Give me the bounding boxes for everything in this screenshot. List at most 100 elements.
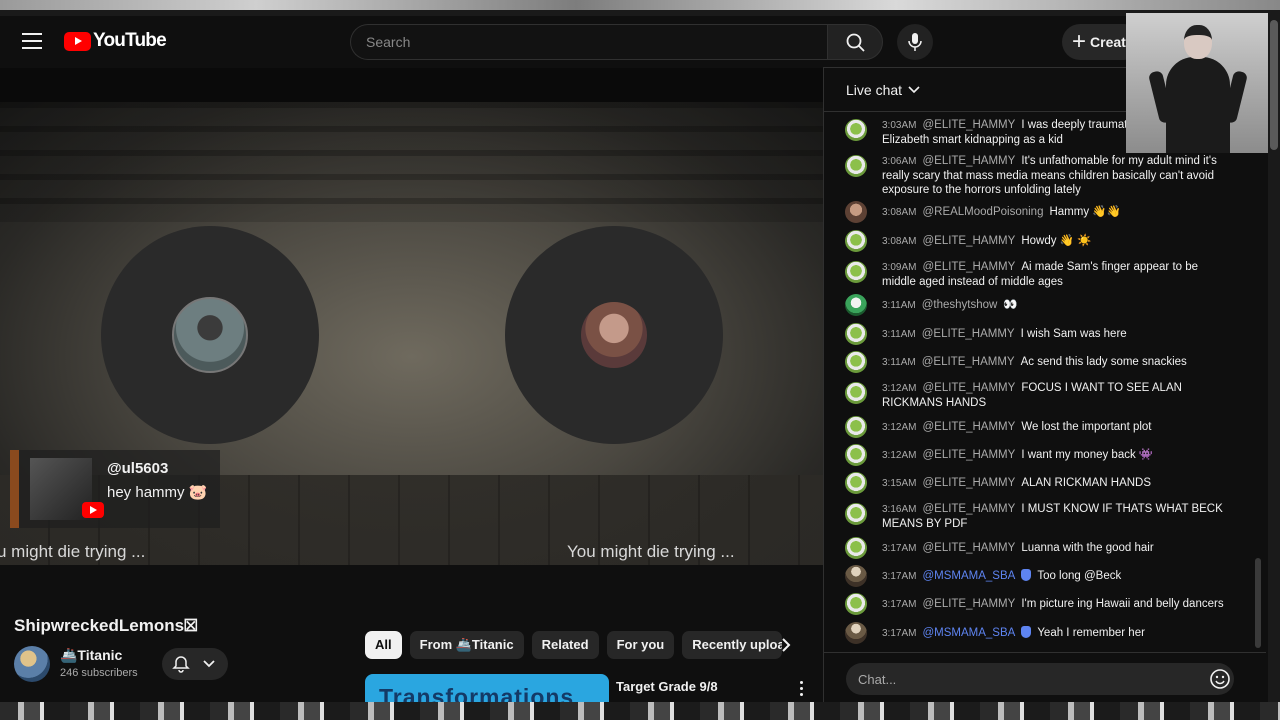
chat-scrollbar[interactable] xyxy=(1255,558,1261,648)
chat-author-avatar[interactable] xyxy=(845,230,867,252)
chat-author-avatar[interactable] xyxy=(845,201,867,223)
chat-author-name[interactable]: @ELITE_HAMMY xyxy=(922,598,1015,610)
chat-author-name[interactable]: @REALMoodPoisoning xyxy=(922,206,1043,218)
chat-message-body: 3:16AM @ELITE_HAMMY I MUST KNOW IF THATS W… xyxy=(882,502,1232,531)
chat-author-avatar[interactable] xyxy=(845,565,867,587)
thumbnail-text: Transformations xyxy=(379,684,575,704)
chat-author-avatar[interactable] xyxy=(845,155,867,177)
chat-author-avatar[interactable] xyxy=(845,472,867,494)
emoji-icon[interactable] xyxy=(1209,668,1231,690)
recommended-video-thumbnail[interactable]: Transformations xyxy=(365,674,609,704)
chat-input[interactable] xyxy=(846,663,1234,695)
youtube-logo[interactable]: YouTube xyxy=(64,30,167,52)
chat-author-avatar[interactable] xyxy=(845,444,867,466)
chat-message-body: 3:08AM @ELITE_HAMMY Howdy 👋 ☀️ xyxy=(882,234,1232,249)
chat-message-text: Luanna with the good hair xyxy=(1021,542,1154,554)
chat-message-body: 3:06AM @ELITE_HAMMY It's unfathomable for … xyxy=(882,154,1232,197)
chip-recently-uploaded[interactable]: Recently uploaded xyxy=(682,631,783,659)
chat-message-text: 👀 xyxy=(1003,299,1018,311)
chat-author-name[interactable]: @ELITE_HAMMY xyxy=(922,449,1015,461)
hamburger-menu-icon[interactable] xyxy=(22,33,42,49)
search-icon xyxy=(846,33,865,52)
video-letterbox-bottom xyxy=(0,565,823,605)
subscriber-count: 246 subscribers xyxy=(60,667,138,679)
chat-input-area xyxy=(824,652,1266,704)
chat-message-body: 3:09AM @ELITE_HAMMY Ai made Sam's finger a… xyxy=(882,260,1232,289)
channel-name[interactable]: 🚢Titanic xyxy=(60,647,122,664)
youtube-badge-icon xyxy=(82,502,104,518)
chat-timestamp: 3:17AM xyxy=(882,599,917,610)
chat-author-name[interactable]: @ELITE_HAMMY xyxy=(922,421,1015,433)
comment-avatar xyxy=(30,458,104,520)
chat-message-text: Hammy 👋👋 xyxy=(1049,206,1121,218)
moderator-shield-icon xyxy=(1021,626,1032,638)
chat-timestamp: 3:17AM xyxy=(882,571,917,582)
chat-message-body: 3:17AM @ELITE_HAMMY Luanna with the good h… xyxy=(882,541,1232,556)
chat-author-name[interactable]: @ELITE_HAMMY xyxy=(922,328,1015,340)
chat-author-name[interactable]: @ELITE_HAMMY xyxy=(922,503,1015,515)
chat-author-name[interactable]: @ELITE_HAMMY xyxy=(922,477,1015,489)
masthead: YouTube + Create xyxy=(0,16,1280,68)
chat-author-name[interactable]: @MSMAMA_SBA xyxy=(922,570,1015,582)
chat-timestamp: 3:17AM xyxy=(882,543,917,554)
chat-timestamp: 3:12AM xyxy=(882,383,917,394)
chat-message-body: 3:08AM @REALMoodPoisoning Hammy 👋👋 xyxy=(882,205,1232,220)
chat-timestamp: 3:03AM xyxy=(882,120,917,131)
chat-message-body: 3:11AM @theshytshow 👀 xyxy=(882,298,1232,313)
ticker-text-left: u might die trying ... xyxy=(0,542,146,561)
chat-timestamp: 3:12AM xyxy=(882,422,917,433)
chat-timestamp: 3:08AM xyxy=(882,207,917,218)
microphone-icon xyxy=(908,33,922,51)
chat-author-name[interactable]: @theshytshow xyxy=(922,299,998,311)
chat-message-text: Howdy 👋 ☀️ xyxy=(1021,235,1092,247)
chat-author-name[interactable]: @ELITE_HAMMY xyxy=(922,382,1015,394)
chat-author-avatar[interactable] xyxy=(845,261,867,283)
chip-for-you[interactable]: For you xyxy=(606,631,675,659)
chat-timestamp: 3:16AM xyxy=(882,504,917,515)
chat-message-list[interactable]: 3:03AM @ELITE_HAMMY I was deeply traumatiz… xyxy=(824,114,1254,650)
webcam-overlay xyxy=(1126,13,1268,153)
video-player[interactable]: @ul5603 hey hammy 🐷 u might die trying .… xyxy=(0,102,823,565)
search-input[interactable] xyxy=(351,25,828,59)
chevron-right-icon[interactable] xyxy=(778,637,794,653)
chat-author-avatar[interactable] xyxy=(845,503,867,525)
chat-timestamp: 3:09AM xyxy=(882,262,917,273)
chat-author-avatar[interactable] xyxy=(845,323,867,345)
chat-author-name[interactable]: @ELITE_HAMMY xyxy=(922,235,1015,247)
chat-author-avatar[interactable] xyxy=(845,537,867,559)
chat-author-name[interactable]: @ELITE_HAMMY xyxy=(922,356,1015,368)
chip-all[interactable]: All xyxy=(365,631,402,659)
chevron-down-icon[interactable] xyxy=(907,83,921,97)
chat-author-avatar[interactable] xyxy=(845,294,867,316)
comment-message: hey hammy 🐷 xyxy=(107,484,208,501)
page-scrollbar[interactable] xyxy=(1268,16,1280,703)
speaker-circle-left xyxy=(101,226,319,444)
recommended-video-title[interactable]: Target Grade 9/8 xyxy=(616,679,718,694)
chat-author-avatar[interactable] xyxy=(845,622,867,644)
video-title: ShipwreckedLemons⮽ xyxy=(14,616,198,635)
bottom-border-frame xyxy=(0,702,1280,720)
chat-timestamp: 3:17AM xyxy=(882,628,917,639)
channel-avatar[interactable] xyxy=(14,646,50,682)
notification-bell-button[interactable] xyxy=(162,648,228,680)
more-options-icon[interactable] xyxy=(797,681,805,697)
voice-search-button[interactable] xyxy=(897,24,933,60)
search-box xyxy=(350,24,828,60)
chat-author-name[interactable]: @MSMAMA_SBA xyxy=(922,627,1015,639)
chip-related[interactable]: Related xyxy=(531,631,599,659)
search-button[interactable] xyxy=(827,24,883,60)
chat-author-name[interactable]: @ELITE_HAMMY xyxy=(922,261,1015,273)
chat-author-name[interactable]: @ELITE_HAMMY xyxy=(922,542,1015,554)
chat-author-name[interactable]: @ELITE_HAMMY xyxy=(922,119,1015,131)
chat-author-avatar[interactable] xyxy=(845,119,867,141)
chat-author-avatar[interactable] xyxy=(845,416,867,438)
chat-author-name[interactable]: @ELITE_HAMMY xyxy=(922,155,1015,167)
plus-icon: + xyxy=(1072,28,1087,55)
chat-author-avatar[interactable] xyxy=(845,382,867,404)
chat-title[interactable]: Live chat xyxy=(846,82,902,98)
chip-from-channel[interactable]: From 🚢Titanic xyxy=(409,631,524,659)
chat-author-avatar[interactable] xyxy=(845,593,867,615)
chat-message-body: 3:17AM @MSMAMA_SBA Too long @Beck xyxy=(882,569,1232,584)
chat-message-text: ALAN RICKMAN HANDS xyxy=(1021,477,1152,489)
chat-author-avatar[interactable] xyxy=(845,351,867,373)
